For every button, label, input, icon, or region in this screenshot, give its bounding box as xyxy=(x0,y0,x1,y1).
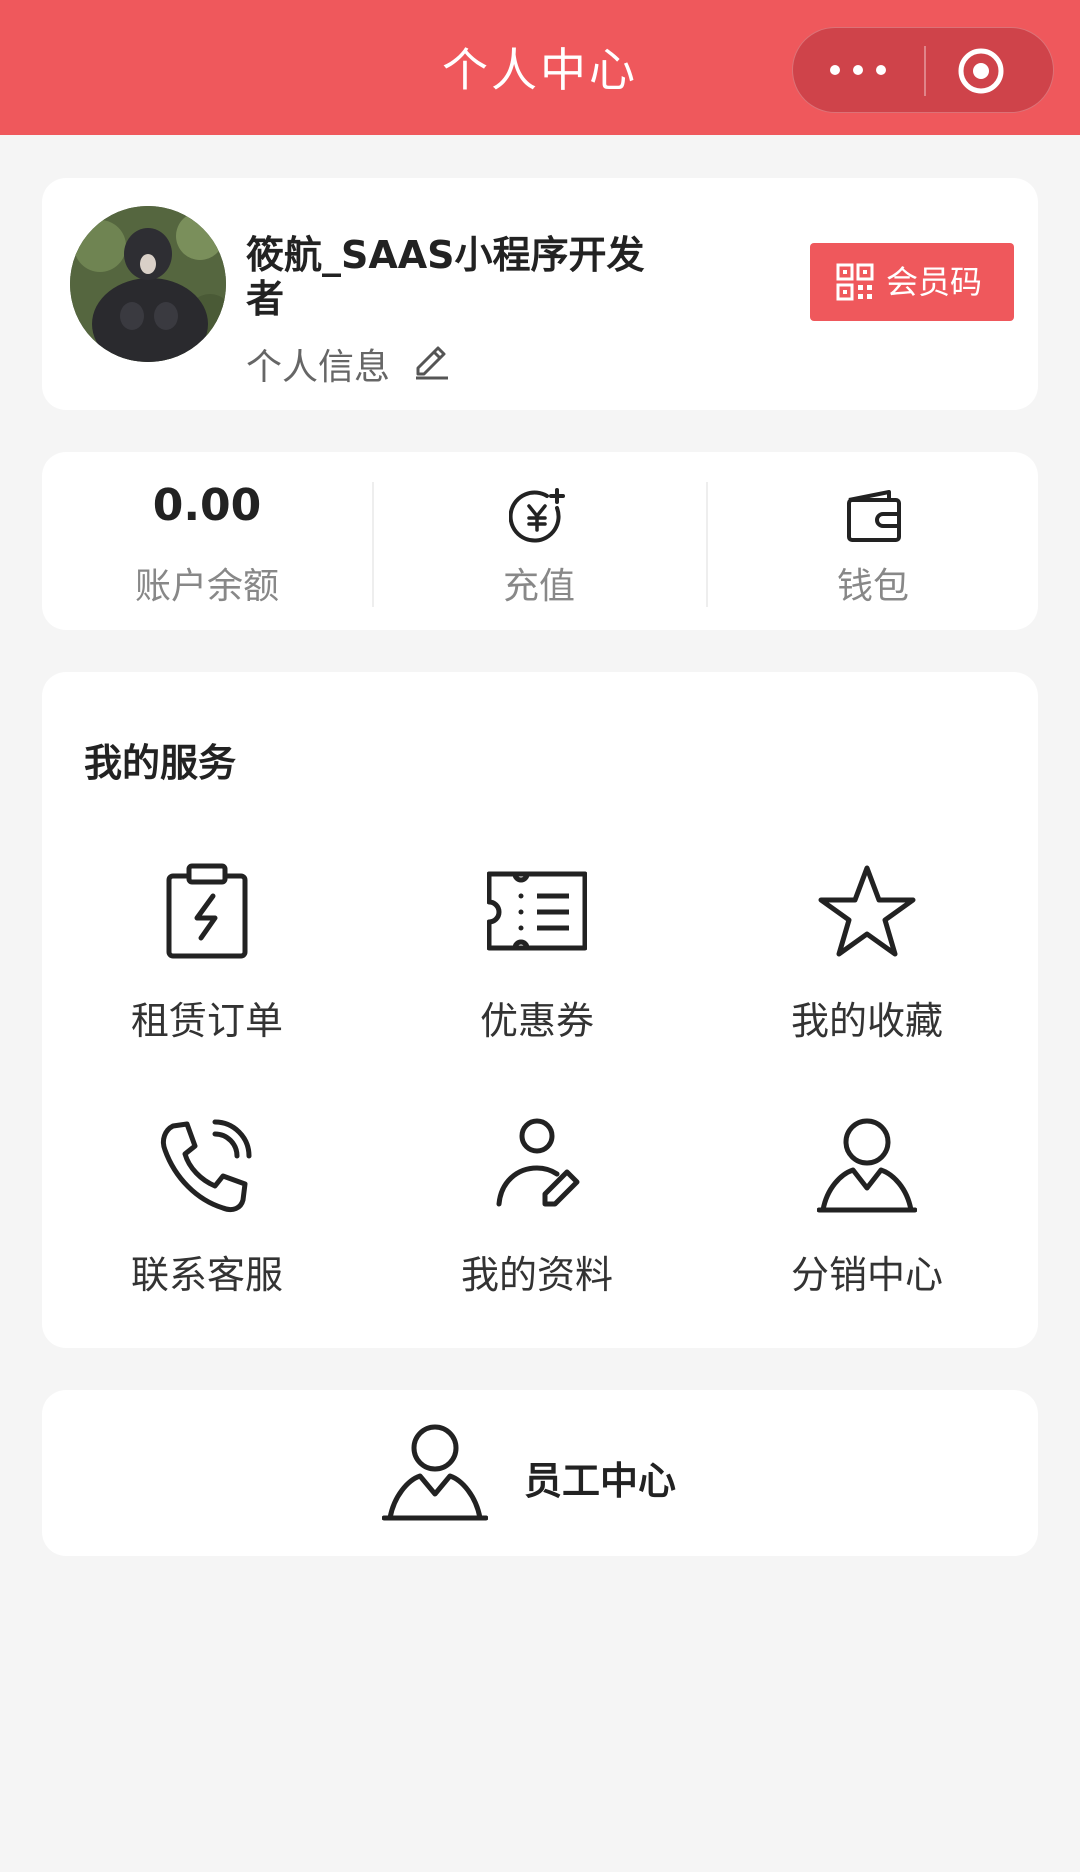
target-close-icon[interactable] xyxy=(925,28,1055,114)
user-icon xyxy=(381,1424,489,1524)
services-card: 我的服务 租赁订单 优惠券 我的收藏 联系客服 我的资料 分销中心 xyxy=(42,672,1038,1348)
service-label: 我的资料 xyxy=(460,1253,613,1297)
coupon-icon xyxy=(486,862,588,962)
member-code-button[interactable]: 会员码 xyxy=(810,243,1014,321)
pencil-icon[interactable] xyxy=(412,338,454,380)
balance-label: 账户余额 xyxy=(134,566,279,607)
recharge-item[interactable]: 充值 xyxy=(374,452,704,632)
service-distribution-center[interactable]: 分销中心 xyxy=(702,1116,1032,1316)
service-customer-service[interactable]: 联系客服 xyxy=(42,1116,372,1316)
service-favorites[interactable]: 我的收藏 xyxy=(702,862,1032,1062)
user-icon xyxy=(816,1116,918,1216)
more-dots-icon[interactable] xyxy=(793,28,923,114)
user-name: 筱航_SAAS小程序开发者 xyxy=(246,233,645,321)
service-rental-orders[interactable]: 租赁订单 xyxy=(42,862,372,1062)
qr-code-icon xyxy=(836,263,874,301)
balance-item[interactable]: 0.00 账户余额 xyxy=(42,452,372,632)
user-edit-icon xyxy=(487,1116,587,1216)
nav-bar: 个人中心 xyxy=(0,0,1080,135)
clipboard-bolt-icon xyxy=(157,862,257,962)
wallet-item[interactable]: 钱包 xyxy=(708,452,1038,632)
phone-call-icon xyxy=(157,1116,257,1216)
yen-plus-icon xyxy=(508,486,569,546)
service-my-profile[interactable]: 我的资料 xyxy=(372,1116,702,1316)
balance-value: 0.00 xyxy=(152,480,262,531)
wallet-label: 钱包 xyxy=(836,566,909,607)
services-title: 我的服务 xyxy=(84,741,237,785)
personal-info-link[interactable]: 个人信息 xyxy=(246,338,390,390)
staff-center-label: 员工中心 xyxy=(524,1459,677,1503)
service-label: 优惠券 xyxy=(479,999,594,1043)
member-code-label: 会员码 xyxy=(886,263,983,301)
service-label: 联系客服 xyxy=(130,1253,283,1297)
avatar[interactable] xyxy=(70,206,226,362)
service-coupons[interactable]: 优惠券 xyxy=(372,862,702,1062)
star-icon xyxy=(817,862,917,962)
staff-center-card[interactable]: 员工中心 xyxy=(42,1390,1038,1556)
profile-card: 筱航_SAAS小程序开发者 个人信息 会员码 xyxy=(42,178,1038,410)
service-label: 分销中心 xyxy=(790,1253,943,1297)
service-label: 租赁订单 xyxy=(130,999,283,1043)
mini-program-capsule xyxy=(792,27,1054,113)
service-label: 我的收藏 xyxy=(790,999,943,1043)
wallet-icon xyxy=(843,486,903,546)
account-card: 0.00 账户余额 充值 钱包 xyxy=(42,452,1038,630)
recharge-label: 充值 xyxy=(502,566,575,607)
